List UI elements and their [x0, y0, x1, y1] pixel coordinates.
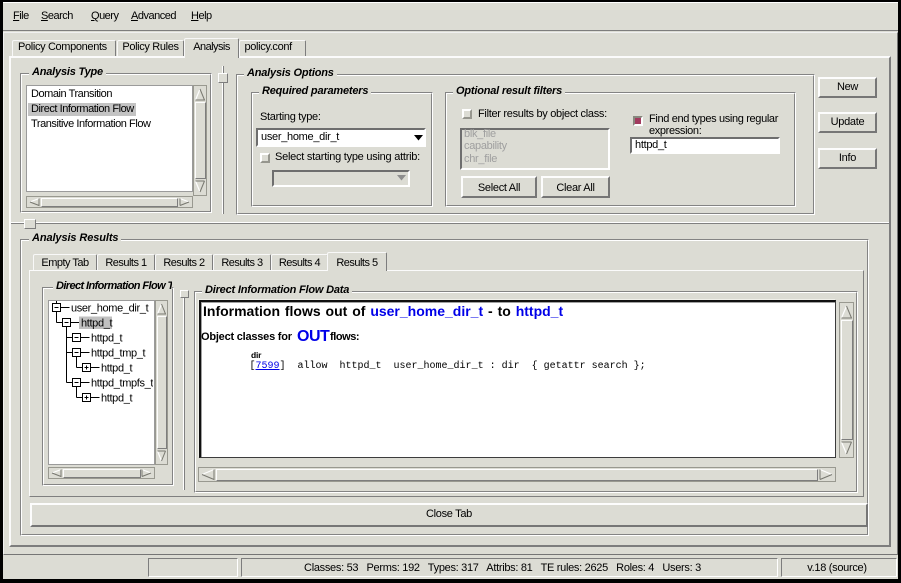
svg-text:httpd_tmp_t: httpd_tmp_t — [91, 348, 146, 360]
svg-text:httpd_t: httpd_t — [101, 363, 132, 375]
svg-text:httpd_t: httpd_t — [91, 333, 122, 345]
svg-text:httpd_tmpfs_t: httpd_tmpfs_t — [91, 378, 153, 390]
svg-text:httpd_t: httpd_t — [81, 318, 112, 330]
svg-text:user_home_dir_t: user_home_dir_t — [71, 303, 149, 315]
svg-text:httpd_t: httpd_t — [101, 393, 132, 405]
